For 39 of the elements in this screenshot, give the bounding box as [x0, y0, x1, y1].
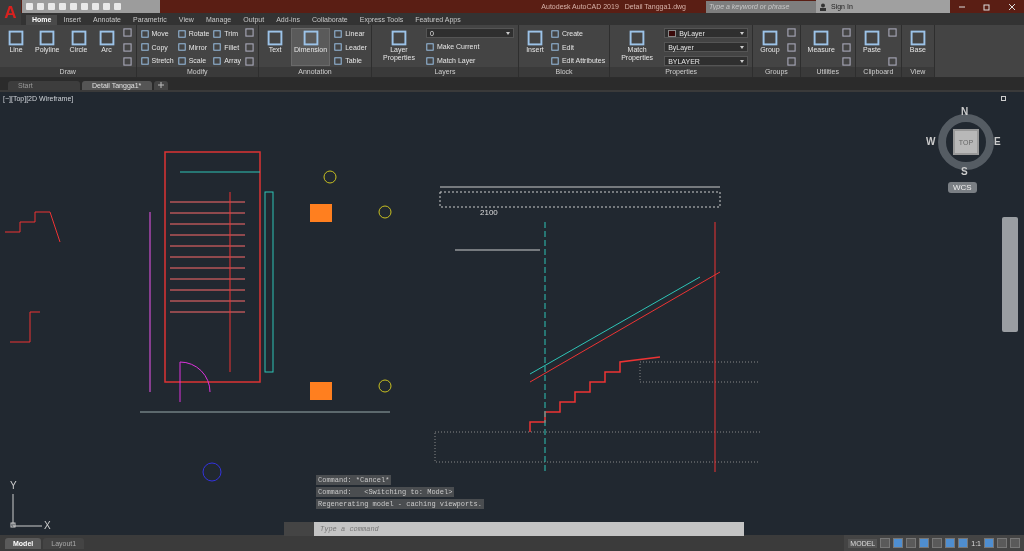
status-toggle[interactable] [919, 538, 930, 548]
tool-icon [38, 30, 57, 46]
status-toggle[interactable] [945, 538, 956, 548]
tool-icon [628, 30, 647, 46]
tool-icon [301, 30, 320, 46]
tool-icon[interactable] [887, 57, 897, 66]
status-toggle[interactable] [958, 538, 969, 548]
tool-icon [760, 30, 779, 46]
compass-label: S [961, 166, 968, 177]
axis-label: Y [10, 480, 17, 491]
status-toggle[interactable] [1010, 538, 1020, 548]
axis-label: X [44, 520, 51, 531]
tool-icon [908, 30, 927, 46]
status-toggle[interactable] [997, 538, 1007, 548]
restore-icon[interactable] [983, 2, 991, 11]
new-tab-button[interactable] [154, 81, 168, 90]
close-icon[interactable] [1007, 2, 1016, 11]
tool-icon [812, 30, 831, 46]
tool-icon[interactable] [887, 28, 897, 37]
tool-icon [862, 30, 881, 46]
status-toggle[interactable] [880, 538, 891, 548]
ucs-menu[interactable]: WCS [948, 182, 977, 193]
status-toggle[interactable] [984, 538, 994, 548]
tool-icon [7, 30, 25, 46]
compass-label: W [926, 136, 936, 147]
plus-icon [158, 82, 164, 88]
restore-icon[interactable] [1001, 96, 1006, 101]
tool-icon [525, 30, 544, 46]
tool-icon [266, 30, 285, 46]
tool-icon [69, 30, 88, 46]
compass-label: E [994, 136, 1001, 147]
user-icon [819, 2, 827, 11]
dimension-label: 2100 [480, 208, 498, 217]
compass-label: N [961, 106, 969, 117]
tool-icon [389, 30, 408, 46]
tool-icon [97, 30, 116, 46]
status-toggle[interactable] [906, 538, 917, 548]
status-toggle[interactable] [893, 538, 904, 548]
status-toggle[interactable] [932, 538, 943, 548]
